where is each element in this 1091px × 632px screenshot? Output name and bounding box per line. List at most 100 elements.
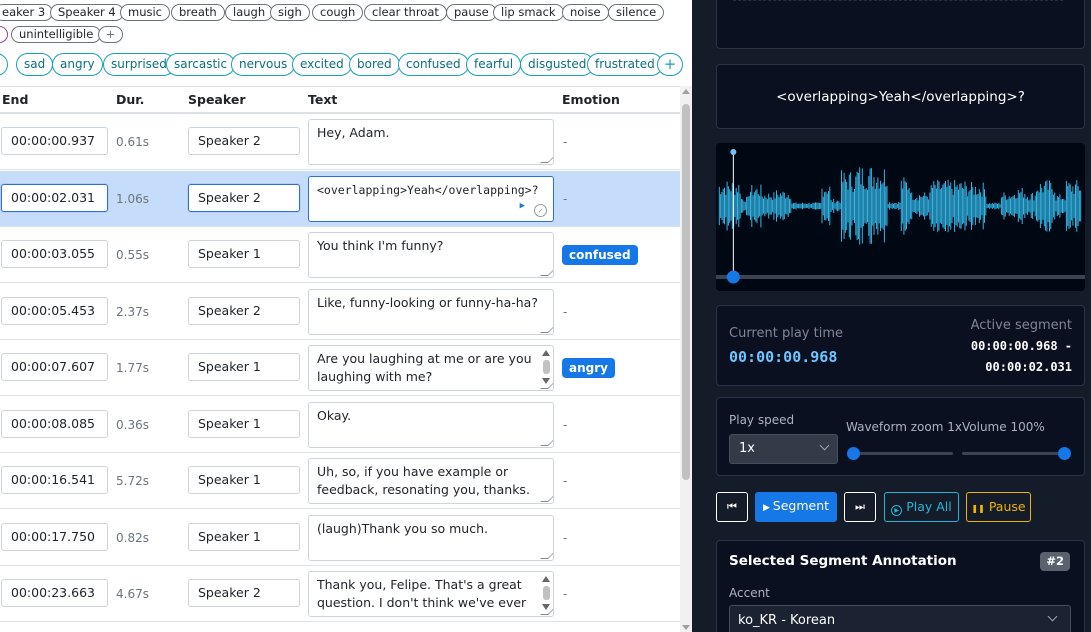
emotion-tag-partial[interactable]	[0, 53, 8, 76]
resize-handle-icon[interactable]	[540, 155, 553, 163]
speaker-input[interactable]: Speaker 1	[188, 410, 300, 438]
emotion-tag-angry[interactable]: angry	[52, 53, 103, 76]
check-icon[interactable]: ✓	[534, 204, 547, 217]
text-input[interactable]: <overlapping>Yeah</overlapping>? ▶ ✓	[308, 176, 554, 222]
table-row[interactable]: 00:00:00.937 0.61s Speaker 2 Hey, Adam. -	[0, 114, 680, 170]
table-row[interactable]: 00:00:23.663 4.67s Speaker 2 Thank you, Fel…	[0, 566, 680, 622]
emotion-tag-sarcastic[interactable]: sarcastic	[166, 53, 236, 76]
end-time-input[interactable]: 00:00:02.031	[1, 184, 108, 212]
emotion-tag-frustrated[interactable]: frustrated	[587, 53, 663, 76]
seek-handle[interactable]	[726, 270, 740, 284]
play-all-button[interactable]: ▶ Play All	[884, 492, 959, 522]
table-row[interactable]: 00:00:16.541 5.72s Speaker 1 Uh, so, if you…	[0, 453, 680, 509]
end-time-input[interactable]: 00:00:16.541	[1, 466, 108, 494]
tag-partial[interactable]	[0, 26, 8, 43]
table-row[interactable]: 00:00:17.750 0.82s Speaker 1 (laugh)Thank y…	[0, 510, 680, 566]
volume-slider-handle[interactable]	[1058, 447, 1071, 460]
table-row[interactable]: 00:00:08.085 0.36s Speaker 1 Okay. -	[0, 397, 680, 453]
speaker-input[interactable]: Speaker 1	[188, 466, 300, 494]
emotion-tag-nervous[interactable]: nervous	[231, 53, 296, 76]
text-input[interactable]: (laugh)Thank you so much.	[308, 515, 554, 561]
text-input[interactable]: Uh, so, if you have example or feedback,…	[308, 458, 554, 504]
end-time-input[interactable]: 00:00:17.750	[1, 523, 108, 551]
speaker-input[interactable]: Speaker 2	[188, 579, 300, 607]
pause-button[interactable]: ❚❚ Pause	[966, 492, 1031, 522]
header-emotion: Emotion	[562, 92, 620, 107]
resize-handle-icon[interactable]	[540, 268, 553, 276]
table-row[interactable]: 00:00:07.607 1.77s Speaker 1 Are you laughi…	[0, 340, 680, 396]
resize-handle-icon[interactable]	[540, 325, 553, 333]
accent-select[interactable]: ko_KR - Korean	[729, 605, 1071, 632]
text-input[interactable]: Thank you, Felipe. That's a great questi…	[308, 571, 554, 617]
emotion-tag-disgusted[interactable]: disgusted	[520, 53, 595, 76]
emotion-tag-sad[interactable]: sad	[16, 53, 54, 76]
current-play-time: 00:00:00.968	[729, 348, 838, 366]
end-time-input[interactable]: 00:00:08.085	[1, 410, 108, 438]
end-time-input[interactable]: 00:00:05.453	[1, 297, 108, 325]
resize-handle-icon[interactable]	[540, 438, 553, 446]
text-input[interactable]: Like, funny-looking or funny-ha-ha?	[308, 289, 554, 335]
speaker-input[interactable]: Speaker 2	[188, 127, 300, 155]
tag-pause[interactable]: pause	[446, 4, 497, 21]
tag-laugh[interactable]: laugh	[225, 4, 274, 21]
tag-noise[interactable]: noise	[562, 4, 609, 21]
emotion-tag-confused[interactable]: confused	[398, 53, 469, 76]
end-time-input[interactable]: 00:00:00.937	[1, 127, 108, 155]
waveform-zoom-slider[interactable]	[847, 447, 953, 460]
previous-segment-button[interactable]: ⏮	[716, 492, 748, 522]
waveform-panel[interactable]	[716, 143, 1085, 291]
table-row[interactable]: 00:00:05.453 2.37s Speaker 2 Like, funny-lo…	[0, 284, 680, 340]
waveform[interactable]	[716, 143, 1085, 291]
textarea-scrollbar[interactable]	[542, 350, 551, 386]
volume-slider[interactable]	[962, 447, 1071, 460]
tag-silence[interactable]: silence	[608, 4, 665, 21]
speaker-input[interactable]: Speaker 2	[188, 297, 300, 325]
playhead-marker[interactable]	[730, 149, 737, 155]
table-row[interactable]: 00:00:03.055 0.55s Speaker 1 You think I'm …	[0, 227, 680, 283]
tag-breath[interactable]: breath	[171, 4, 225, 21]
text-input[interactable]: You think I'm funny?	[308, 232, 554, 278]
tag-cough[interactable]: cough	[312, 4, 364, 21]
tag-clear-throat[interactable]: clear throat	[364, 4, 447, 21]
emotion-empty: -	[563, 531, 568, 545]
speaker-input[interactable]: Speaker 2	[188, 184, 300, 212]
resize-handle-icon[interactable]	[540, 551, 553, 559]
zoom-slider-handle[interactable]	[847, 447, 860, 460]
play-segment-button[interactable]: ▶ Segment	[755, 492, 837, 522]
tag-speaker-4[interactable]: Speaker 4	[50, 4, 124, 21]
emotion-tag-excited[interactable]: excited	[292, 53, 352, 76]
scroll-down-icon[interactable]	[682, 625, 690, 630]
textarea-scrollbar[interactable]	[542, 576, 551, 612]
text-input[interactable]: Okay.	[308, 402, 554, 448]
end-time-input[interactable]: 00:00:03.055	[1, 240, 108, 268]
speaker-input[interactable]: Speaker 1	[188, 240, 300, 268]
tag-unintelligible[interactable]: unintelligible	[11, 26, 102, 43]
end-time-input[interactable]: 00:00:07.607	[1, 353, 108, 381]
add-tag-button[interactable]: +	[98, 26, 123, 43]
play-icon[interactable]: ▶	[520, 197, 525, 215]
text-input[interactable]: Are you laughing at me or are you laughi…	[308, 345, 554, 391]
speaker-input[interactable]: Speaker 1	[188, 353, 300, 381]
emotion-tag-surprised[interactable]: surprised	[103, 53, 175, 76]
scrollbar-thumb[interactable]	[682, 104, 690, 480]
tag-eaker-3[interactable]: eaker 3	[0, 4, 54, 21]
header-speaker: Speaker	[188, 92, 246, 107]
table-row[interactable]: 00:00:02.031 1.06s Speaker 2 <overlapping>Y…	[0, 171, 680, 227]
tag-lip-smack[interactable]: lip smack	[493, 4, 564, 21]
next-segment-button[interactable]: ⏭	[844, 492, 876, 522]
emotion-badge[interactable]: angry	[562, 358, 615, 378]
seek-track[interactable]	[716, 275, 1085, 279]
speaker-input[interactable]: Speaker 1	[188, 523, 300, 551]
tag-music[interactable]: music	[120, 4, 171, 21]
add-emotion-button[interactable]: +	[657, 53, 683, 76]
emotion-tag-bored[interactable]: bored	[349, 53, 400, 76]
play-speed-select[interactable]: 1x	[729, 434, 838, 464]
table-scrollbar[interactable]	[680, 86, 692, 632]
end-time-input[interactable]: 00:00:23.663	[1, 579, 108, 607]
tag-sigh[interactable]: sigh	[270, 4, 310, 21]
text-input[interactable]: Hey, Adam.	[308, 119, 554, 165]
emotion-tag-fearful[interactable]: fearful	[466, 53, 522, 76]
emotion-badge[interactable]: confused	[562, 245, 638, 265]
scroll-up-icon[interactable]	[682, 89, 690, 94]
resize-handle-icon[interactable]	[540, 494, 553, 502]
